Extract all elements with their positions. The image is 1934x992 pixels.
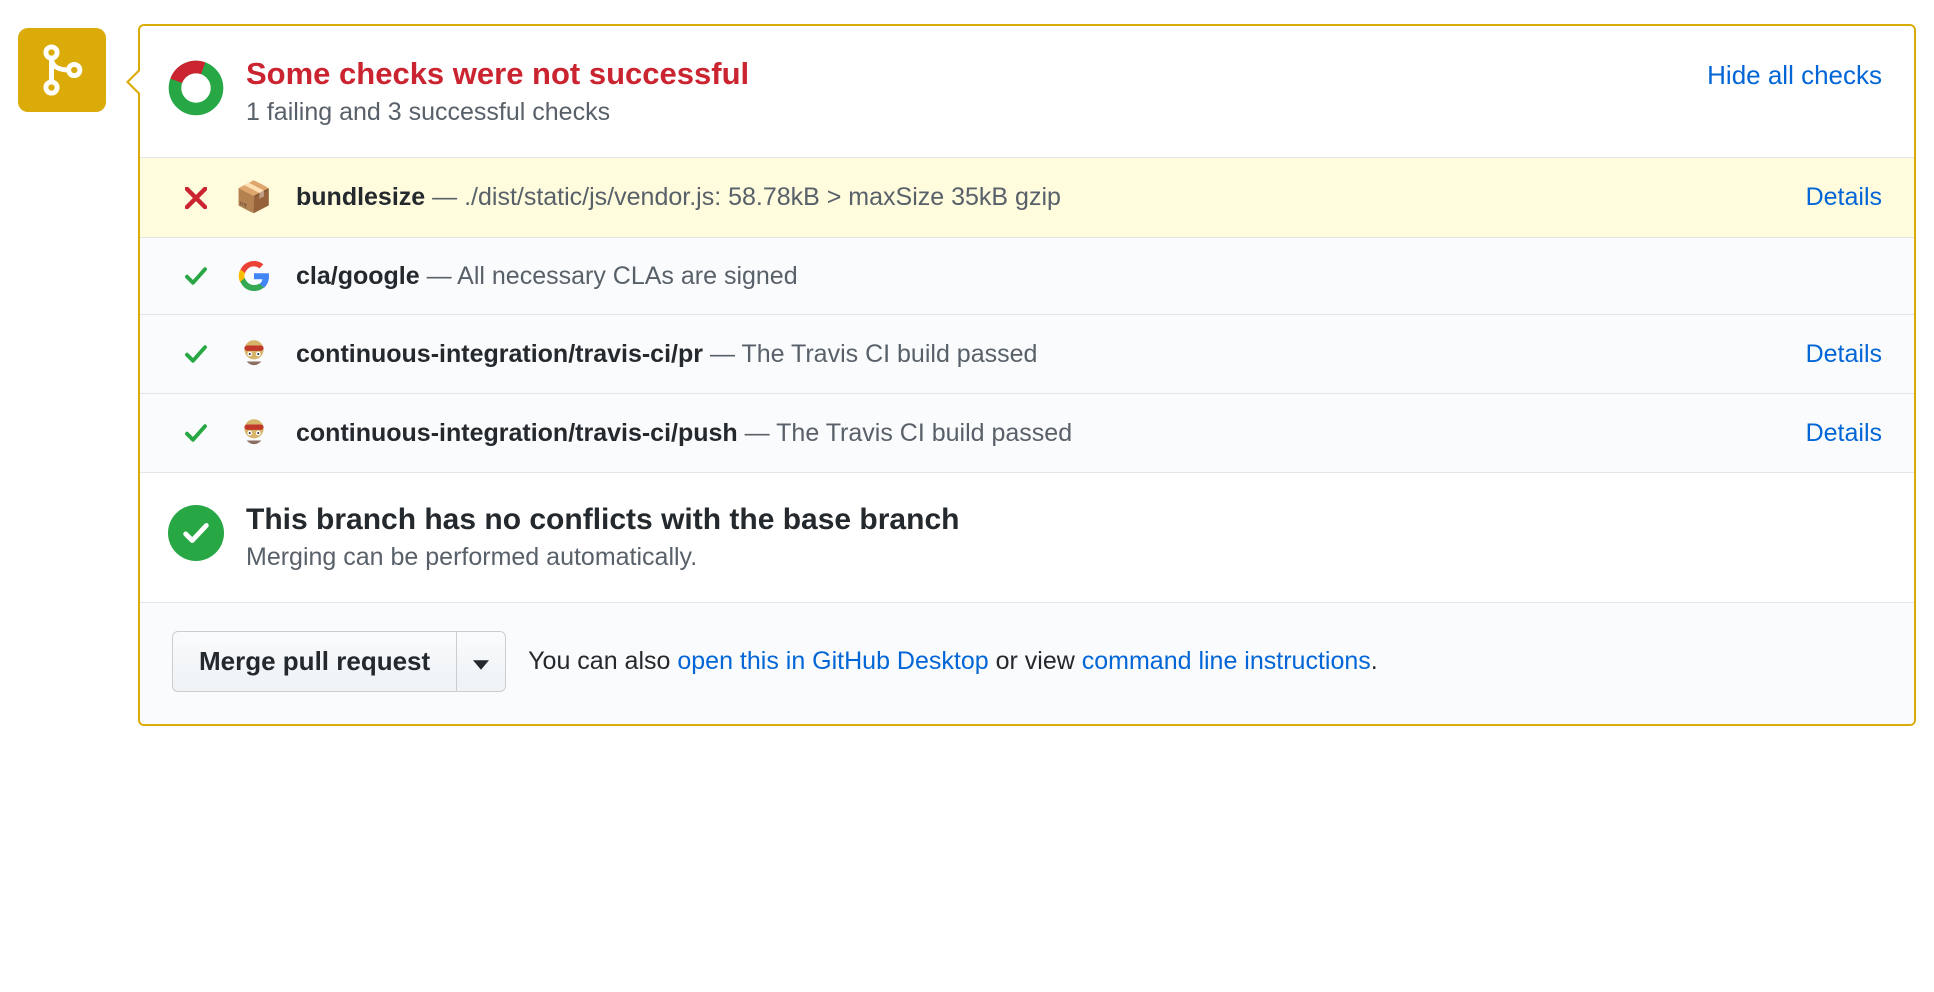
merge-actions-section: Merge pull request You can also open thi…	[140, 602, 1914, 724]
status-pass-icon	[180, 342, 212, 366]
check-separator: —	[710, 340, 742, 368]
check-name: continuous-integration/travis-ci/pr	[296, 340, 703, 368]
status-fail-icon	[180, 187, 212, 209]
check-name: continuous-integration/travis-ci/push	[296, 419, 738, 447]
merge-status-title: This branch has no conflicts with the ba…	[246, 503, 959, 537]
check-details-link[interactable]: Details	[1806, 183, 1882, 212]
travis-icon	[234, 337, 274, 371]
caret-down-icon	[473, 646, 489, 677]
check-description: ./dist/static/js/vendor.js: 58.78kB > ma…	[464, 183, 1061, 211]
package-icon: 📦	[234, 180, 274, 215]
checks-header: Some checks were not successful 1 failin…	[140, 26, 1914, 157]
check-separator: —	[427, 262, 458, 290]
open-in-desktop-link[interactable]: open this in GitHub Desktop	[677, 647, 988, 675]
status-pass-icon	[180, 421, 212, 445]
google-icon	[234, 260, 274, 292]
check-row: cla/google — All necessary CLAs are sign…	[140, 237, 1914, 314]
check-separator: —	[432, 183, 464, 211]
check-row: continuous-integration/travis-ci/push — …	[140, 393, 1914, 472]
check-description: The Travis CI build passed	[776, 419, 1072, 447]
check-separator: —	[745, 419, 777, 447]
check-description: All necessary CLAs are signed	[457, 262, 797, 290]
merge-options-dropdown-button[interactable]	[457, 631, 506, 692]
status-success-icon	[168, 505, 224, 561]
merge-pull-request-button[interactable]: Merge pull request	[172, 631, 457, 692]
hide-all-checks-link[interactable]: Hide all checks	[1707, 56, 1882, 91]
merge-status-section: This branch has no conflicts with the ba…	[140, 472, 1914, 602]
merge-hint-text: You can also open this in GitHub Desktop…	[528, 647, 1378, 676]
command-line-instructions-link[interactable]: command line instructions	[1082, 647, 1371, 675]
git-merge-icon	[38, 42, 86, 98]
checks-subtitle: 1 failing and 3 successful checks	[246, 98, 1685, 127]
check-row: continuous-integration/travis-ci/pr — Th…	[140, 314, 1914, 393]
check-details-link[interactable]: Details	[1806, 340, 1882, 369]
checks-title: Some checks were not successful	[246, 56, 1685, 92]
check-name: cla/google	[296, 262, 420, 290]
merge-checks-panel: Some checks were not successful 1 failin…	[138, 24, 1916, 726]
merge-button-group: Merge pull request	[172, 631, 506, 692]
travis-icon	[234, 416, 274, 450]
check-details-link[interactable]: Details	[1806, 419, 1882, 448]
check-name: bundlesize	[296, 183, 425, 211]
checks-status-donut-icon	[168, 60, 224, 121]
check-row: 📦 bundlesize — ./dist/static/js/vendor.j…	[140, 157, 1914, 237]
timeline-merge-badge	[18, 28, 106, 112]
check-description: The Travis CI build passed	[741, 340, 1037, 368]
merge-status-subtitle: Merging can be performed automatically.	[246, 543, 959, 572]
checks-list: 📦 bundlesize — ./dist/static/js/vendor.j…	[140, 157, 1914, 472]
status-pass-icon	[180, 264, 212, 288]
